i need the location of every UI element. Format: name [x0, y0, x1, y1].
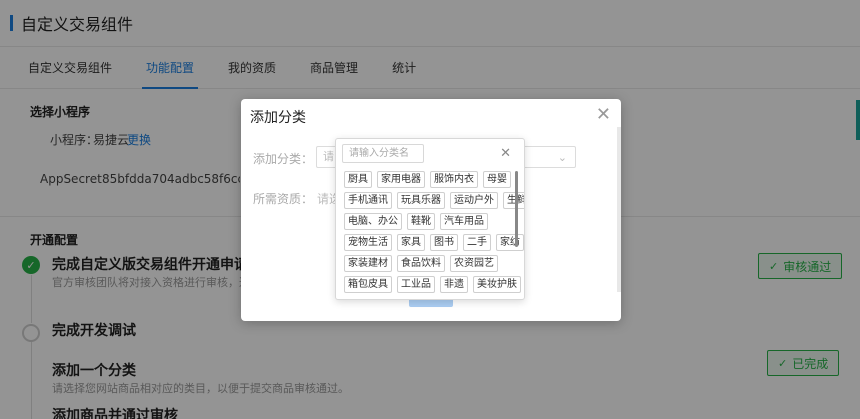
- category-chip[interactable]: 食品饮料: [397, 255, 445, 272]
- category-chip[interactable]: 非遗: [440, 276, 468, 293]
- chip-row: 宠物生活 家具 图书 二手 家纺: [344, 234, 524, 251]
- category-chip[interactable]: 家具: [397, 234, 425, 251]
- category-chip[interactable]: 箱包皮具: [344, 276, 392, 293]
- chip-row: 电脑、办公 鞋靴 汽车用品: [344, 213, 512, 230]
- category-chip[interactable]: 二手: [463, 234, 491, 251]
- dropdown-scrollbar[interactable]: [515, 171, 518, 247]
- category-chip[interactable]: 工业品: [397, 276, 435, 293]
- dialog-scrollbar[interactable]: [617, 127, 621, 292]
- category-search-input[interactable]: [342, 144, 424, 163]
- category-chip[interactable]: 图书: [430, 234, 458, 251]
- qualification-label: 所需资质：: [253, 192, 314, 206]
- category-chip[interactable]: 家纺: [496, 234, 524, 251]
- chip-row: 手机通讯 玩具乐器 运动户外 生鲜: [344, 192, 524, 209]
- category-select-placeholder: 请: [323, 150, 334, 163]
- chip-row: 箱包皮具 工业品 非遗 美妆护肤: [344, 276, 521, 293]
- category-chip[interactable]: 家用电器: [377, 171, 425, 188]
- dialog-title: 添加分类: [250, 110, 306, 126]
- chip-row: 家装建材 食品饮料 农资园艺: [344, 255, 512, 272]
- category-chip[interactable]: 服饰内衣: [430, 171, 478, 188]
- category-chip[interactable]: 手机通讯: [344, 192, 392, 209]
- category-dropdown: ✕ 厨具 家用电器 服饰内衣 母婴 手机通讯 玩具乐器 运动户外 生鲜 电脑、办…: [335, 138, 525, 300]
- chevron-down-icon: ⌄: [557, 151, 567, 164]
- category-chip[interactable]: 宠物生活: [344, 234, 392, 251]
- chip-row: 厨具 家用电器 服饰内衣 母婴: [344, 171, 512, 188]
- category-chip[interactable]: 家装建材: [344, 255, 392, 272]
- category-label: 添加分类：: [253, 152, 314, 166]
- category-chip[interactable]: 电脑、办公: [344, 213, 402, 230]
- category-chip-list: 厨具 家用电器 服饰内衣 母婴 手机通讯 玩具乐器 运动户外 生鲜 电脑、办公 …: [344, 171, 524, 297]
- category-chip[interactable]: 母婴: [483, 171, 511, 188]
- category-chip[interactable]: 美妆护肤: [473, 276, 521, 293]
- category-chip[interactable]: 汽车用品: [440, 213, 488, 230]
- category-chip[interactable]: 鞋靴: [407, 213, 435, 230]
- close-icon[interactable]: ✕: [596, 105, 611, 125]
- category-chip[interactable]: 玩具乐器: [397, 192, 445, 209]
- close-icon[interactable]: ✕: [500, 147, 511, 161]
- category-chip[interactable]: 厨具: [344, 171, 372, 188]
- category-chip[interactable]: 运动户外: [450, 192, 498, 209]
- category-chip[interactable]: 农资园艺: [450, 255, 498, 272]
- category-chip[interactable]: 生鲜: [503, 192, 524, 209]
